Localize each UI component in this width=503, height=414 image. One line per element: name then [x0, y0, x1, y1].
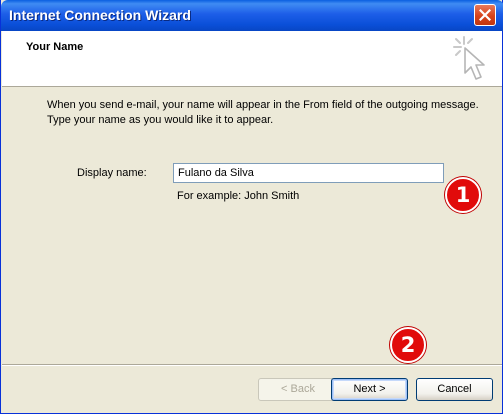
display-name-label: Display name: [77, 167, 147, 179]
annotation-marker-1: 1 [445, 177, 481, 213]
description-line-2: Type your name as you would like it to a… [47, 114, 274, 126]
annotation-marker-2: 2 [390, 327, 426, 363]
window-title: Internet Connection Wizard [9, 7, 191, 23]
wizard-window: Internet Connection Wizard Your Name Whe… [0, 0, 503, 414]
description-line-1: When you send e-mail, your name will app… [47, 99, 479, 111]
display-name-input[interactable] [173, 163, 444, 183]
next-button[interactable]: Next > [331, 378, 408, 401]
page-title: Your Name [26, 41, 84, 53]
example-hint: For example: John Smith [177, 190, 300, 202]
close-icon [479, 9, 491, 21]
title-bar[interactable]: Internet Connection Wizard [1, 0, 503, 31]
back-button[interactable]: < Back [258, 378, 338, 401]
wizard-wand-icon [453, 36, 485, 80]
close-button[interactable] [474, 4, 496, 26]
wizard-header: Your Name [2, 31, 502, 87]
footer-divider [2, 364, 502, 366]
cancel-button[interactable]: Cancel [416, 378, 493, 401]
